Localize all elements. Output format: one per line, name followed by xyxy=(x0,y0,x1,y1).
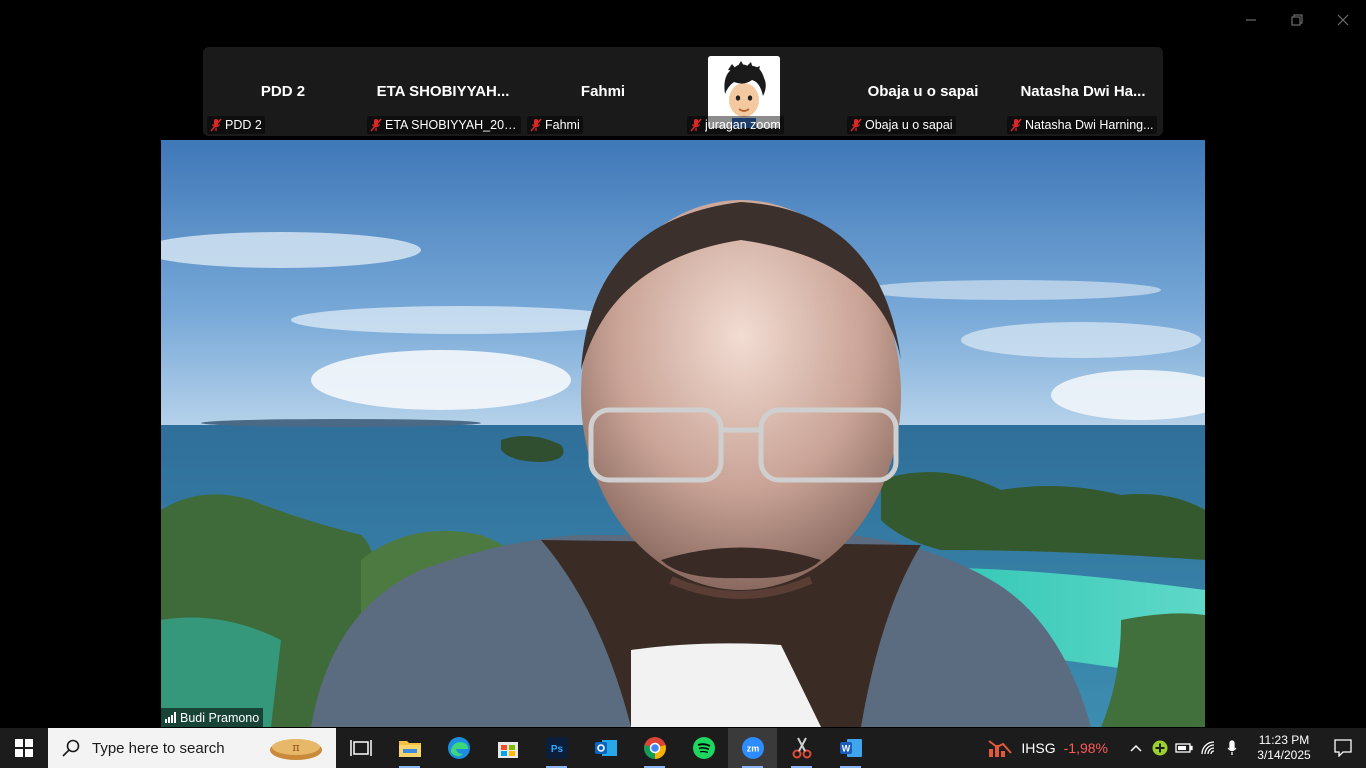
taskbar-clock[interactable]: 11:23 PM 3/14/2025 xyxy=(1248,733,1320,763)
window-controls xyxy=(1228,0,1366,40)
network-button[interactable] xyxy=(1196,728,1220,768)
participant-tile[interactable]: Fahmi Fahmi xyxy=(523,47,683,136)
participant-label-text: juragan zoom xyxy=(705,118,781,132)
mic-off-icon xyxy=(850,118,862,132)
chevron-up-icon xyxy=(1130,744,1142,752)
taskbar-search-box[interactable]: Type here to search π xyxy=(48,728,336,768)
participant-label: PDD 2 xyxy=(207,116,265,134)
notification-center-button[interactable] xyxy=(1320,728,1366,768)
participant-tile[interactable]: Obaja u o sapai Obaja u o sapai xyxy=(843,47,1003,136)
chrome-icon xyxy=(643,737,666,759)
outlook-button[interactable] xyxy=(581,728,630,768)
store-icon xyxy=(497,742,518,758)
folder-icon xyxy=(398,741,421,757)
microphone-button[interactable] xyxy=(1220,728,1244,768)
clock-time: 11:23 PM xyxy=(1258,733,1310,747)
stock-chart-icon xyxy=(988,740,1013,757)
participant-label: Natasha Dwi Harning... xyxy=(1007,116,1157,134)
svg-text:Ps: Ps xyxy=(550,744,563,755)
clock-date: 3/14/2025 xyxy=(1257,748,1311,762)
svg-text:zm: zm xyxy=(746,744,759,754)
green-plus-icon xyxy=(1152,740,1168,756)
minimize-button[interactable] xyxy=(1228,0,1274,40)
spotify-button[interactable] xyxy=(679,728,728,768)
participant-display-name: Obaja u o sapai xyxy=(867,83,979,100)
mic-off-icon xyxy=(210,118,222,132)
svg-text:π: π xyxy=(292,741,299,754)
participant-tile[interactable]: juragan zoom xyxy=(683,47,843,136)
ticker-symbol: IHSG xyxy=(1021,740,1056,756)
snipping-tool-button[interactable] xyxy=(777,728,826,768)
minimize-icon xyxy=(1246,19,1256,21)
participant-display-name: ETA SHOBIYYAH... xyxy=(376,83,510,100)
close-icon xyxy=(1337,14,1349,26)
speaker-video-frame xyxy=(161,140,1205,727)
search-icon xyxy=(62,739,80,757)
participant-label-text: PDD 2 xyxy=(225,118,262,132)
participant-tile[interactable]: Natasha Dwi Ha... Natasha Dwi Harning... xyxy=(1003,47,1163,136)
mic-off-icon xyxy=(690,118,702,132)
windows-logo-icon xyxy=(15,739,33,757)
chrome-button[interactable] xyxy=(630,728,679,768)
mic-off-icon xyxy=(1010,118,1022,132)
task-view-icon xyxy=(349,740,372,756)
search-placeholder: Type here to search xyxy=(92,739,225,757)
speaker-name-label: Budi Pramono xyxy=(161,708,264,727)
restore-icon xyxy=(1291,14,1303,26)
participant-label-text: Natasha Dwi Harning... xyxy=(1025,118,1154,132)
participant-tile[interactable]: PDD 2 PDD 2 xyxy=(203,47,363,136)
participant-display-name: Natasha Dwi Ha... xyxy=(1020,83,1146,100)
speaker-name: Budi Pramono xyxy=(180,710,260,725)
restore-button[interactable] xyxy=(1274,0,1320,40)
wifi-icon xyxy=(1201,741,1215,755)
show-hidden-icons-button[interactable] xyxy=(1124,728,1148,768)
close-button[interactable] xyxy=(1320,0,1366,40)
participant-label-text: Fahmi xyxy=(545,118,580,132)
scissors-icon xyxy=(792,737,811,759)
outlook-icon xyxy=(594,740,617,756)
mic-off-icon xyxy=(370,118,382,132)
pi-day-pie-icon: π xyxy=(270,739,322,760)
participant-label: Fahmi xyxy=(527,116,583,134)
photoshop-button[interactable]: Ps xyxy=(532,728,581,768)
start-button[interactable] xyxy=(0,728,48,768)
connection-signal-icon xyxy=(165,712,176,723)
spotify-icon xyxy=(692,737,715,759)
taskbar: Type here to search π Ps zm W IHSG -1,98… xyxy=(0,728,1366,768)
participant-label: juragan zoom xyxy=(687,116,784,134)
participant-tile[interactable]: ETA SHOBIYYAH... ETA SHOBIYYAH_2024... xyxy=(363,47,523,136)
photoshop-icon: Ps xyxy=(545,737,568,759)
participant-label: Obaja u o sapai xyxy=(847,116,956,134)
mic-off-icon xyxy=(530,118,542,132)
active-speaker-video[interactable] xyxy=(161,140,1205,727)
battery-icon xyxy=(1175,743,1193,753)
microphone-icon xyxy=(1227,740,1237,755)
ticker-change: -1,98% xyxy=(1063,740,1108,756)
zoom-icon: zm xyxy=(741,737,764,759)
participant-label-text: ETA SHOBIYYAH_2024... xyxy=(385,118,518,132)
edge-button[interactable] xyxy=(434,728,483,768)
participant-strip: PDD 2 PDD 2 ETA SHOBIYYAH... ETA SHOBIYY… xyxy=(203,47,1163,136)
microsoft-store-button[interactable] xyxy=(483,728,532,768)
battery-button[interactable] xyxy=(1172,728,1196,768)
word-icon: W xyxy=(839,739,862,757)
tray-app-icon[interactable] xyxy=(1148,728,1172,768)
notification-icon xyxy=(1334,739,1352,757)
word-button[interactable]: W xyxy=(826,728,875,768)
participant-display-name: PDD 2 xyxy=(260,83,306,100)
participant-label-text: Obaja u o sapai xyxy=(865,118,953,132)
stock-ticker-widget[interactable]: IHSG -1,98% xyxy=(987,737,1108,759)
system-tray: IHSG -1,98% 11:23 PM 3/14/2025 xyxy=(987,728,1366,768)
participant-display-name: Fahmi xyxy=(580,83,626,100)
edge-browser-icon xyxy=(447,737,470,759)
task-view-button[interactable] xyxy=(336,728,385,768)
zoom-button[interactable]: zm xyxy=(728,728,777,768)
participant-label: ETA SHOBIYYAH_2024... xyxy=(367,116,521,134)
file-explorer-button[interactable] xyxy=(385,728,434,768)
svg-text:W: W xyxy=(841,744,850,754)
